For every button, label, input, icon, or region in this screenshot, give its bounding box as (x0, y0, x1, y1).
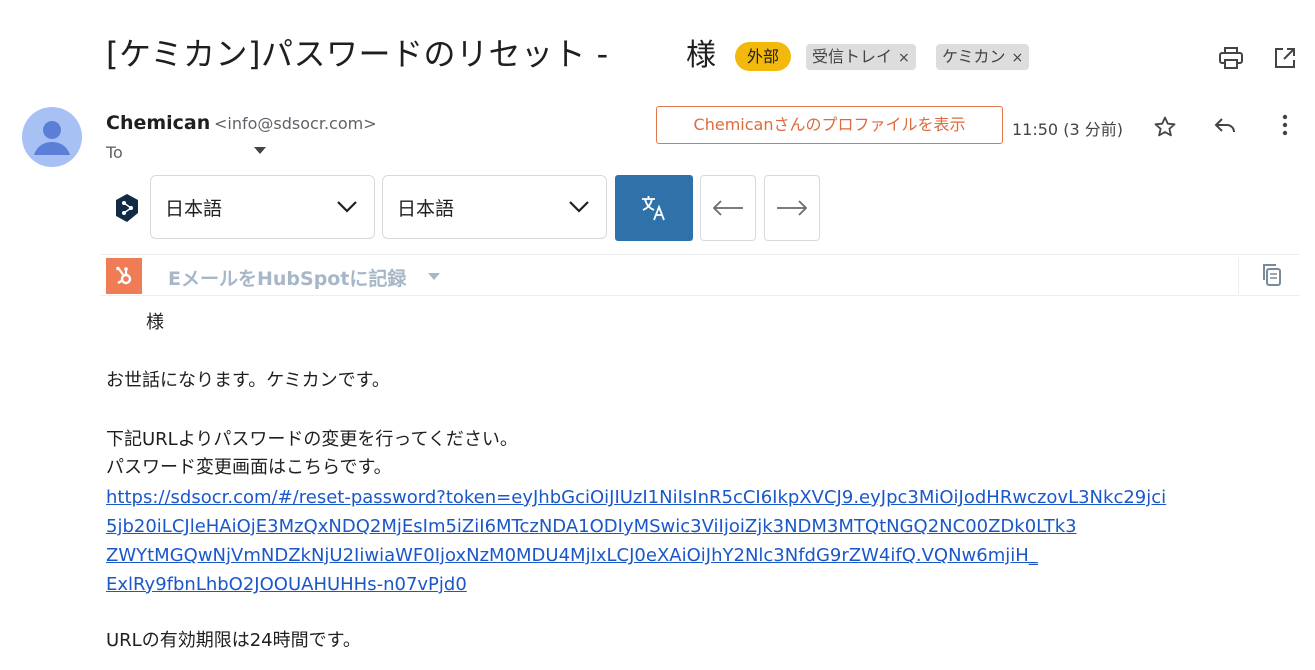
chevron-down-icon (569, 201, 589, 213)
view-profile-button[interactable]: Chemicanさんのプロファイルを表示 (656, 106, 1003, 144)
remove-label-icon[interactable]: × (1012, 50, 1024, 66)
star-icon[interactable] (1150, 112, 1180, 142)
recipient-details-dropdown-icon[interactable] (254, 147, 266, 154)
sender-avatar[interactable] (22, 107, 82, 167)
sender-email: <info@sdsocr.com> (214, 114, 377, 133)
next-translation-button[interactable] (764, 175, 820, 241)
target-language-value: 日本語 (397, 197, 455, 220)
arrow-right-icon (777, 200, 808, 216)
chevron-down-icon (337, 201, 357, 213)
sender-name[interactable]: Chemican (106, 112, 210, 134)
reset-password-link[interactable]: https://sdsocr.com/#/reset-password?toke… (106, 483, 1166, 599)
instruction-text: 下記URLよりパスワードの変更を行ってください。 (106, 429, 518, 450)
hubspot-log-email-label[interactable]: EメールをHubSpotに記録 (168, 264, 406, 291)
source-language-select[interactable]: 日本語 (150, 175, 375, 239)
expiry-text: URLの有効期限は24時間です。 (106, 630, 361, 651)
recipient-to-label: To (106, 143, 123, 162)
translate-icon (642, 196, 665, 221)
greeting-text: 様 (146, 312, 164, 333)
label-chip-inbox[interactable]: 受信トレイ × (806, 44, 916, 70)
intro-text: お世話になります。ケミカンです。 (106, 370, 390, 391)
email-subject: [ケミカン]パスワードのリセット - (106, 35, 609, 73)
page-note-text: パスワード変更画面はこちらです。 (106, 457, 392, 478)
translate-button[interactable] (615, 175, 693, 241)
previous-translation-button[interactable] (700, 175, 756, 241)
target-language-select[interactable]: 日本語 (382, 175, 607, 239)
arrow-left-icon (712, 200, 743, 216)
external-badge: 外部 (735, 42, 792, 71)
source-language-value: 日本語 (165, 197, 223, 220)
received-time: 11:50 (3 分前) (1012, 120, 1123, 139)
link-line[interactable]: ExlRy9fbnLhbO2JOOUAHUHHs-n07vPjd0 (106, 570, 1166, 599)
open-in-new-window-icon[interactable] (1270, 44, 1300, 72)
reply-icon[interactable] (1210, 110, 1240, 140)
deepl-logo-icon (114, 193, 140, 223)
hubspot-dropdown-icon[interactable] (428, 273, 440, 280)
link-line[interactable]: 5jb20iLCJleHAiOjE3MzQxNDQ2MjEsIm5iZiI6MT… (106, 512, 1166, 541)
divider (1238, 258, 1239, 294)
link-line[interactable]: ZWYtMGQwNjVmNDZkNjU2IiwiaWF0IjoxNzM0MDU4… (106, 541, 1166, 570)
hubspot-logo-icon (106, 258, 142, 294)
label-chip-text: ケミカン (942, 47, 1006, 66)
link-line[interactable]: https://sdsocr.com/#/reset-password?toke… (106, 483, 1166, 512)
more-options-icon[interactable] (1270, 110, 1300, 140)
remove-label-icon[interactable]: × (898, 50, 910, 66)
label-chip-text: 受信トレイ (812, 47, 893, 66)
subject-recipient-suffix: 様 (686, 38, 716, 73)
copy-icon[interactable] (1260, 262, 1286, 288)
label-chip-chemican[interactable]: ケミカン × (936, 44, 1030, 70)
print-icon[interactable] (1216, 44, 1246, 72)
